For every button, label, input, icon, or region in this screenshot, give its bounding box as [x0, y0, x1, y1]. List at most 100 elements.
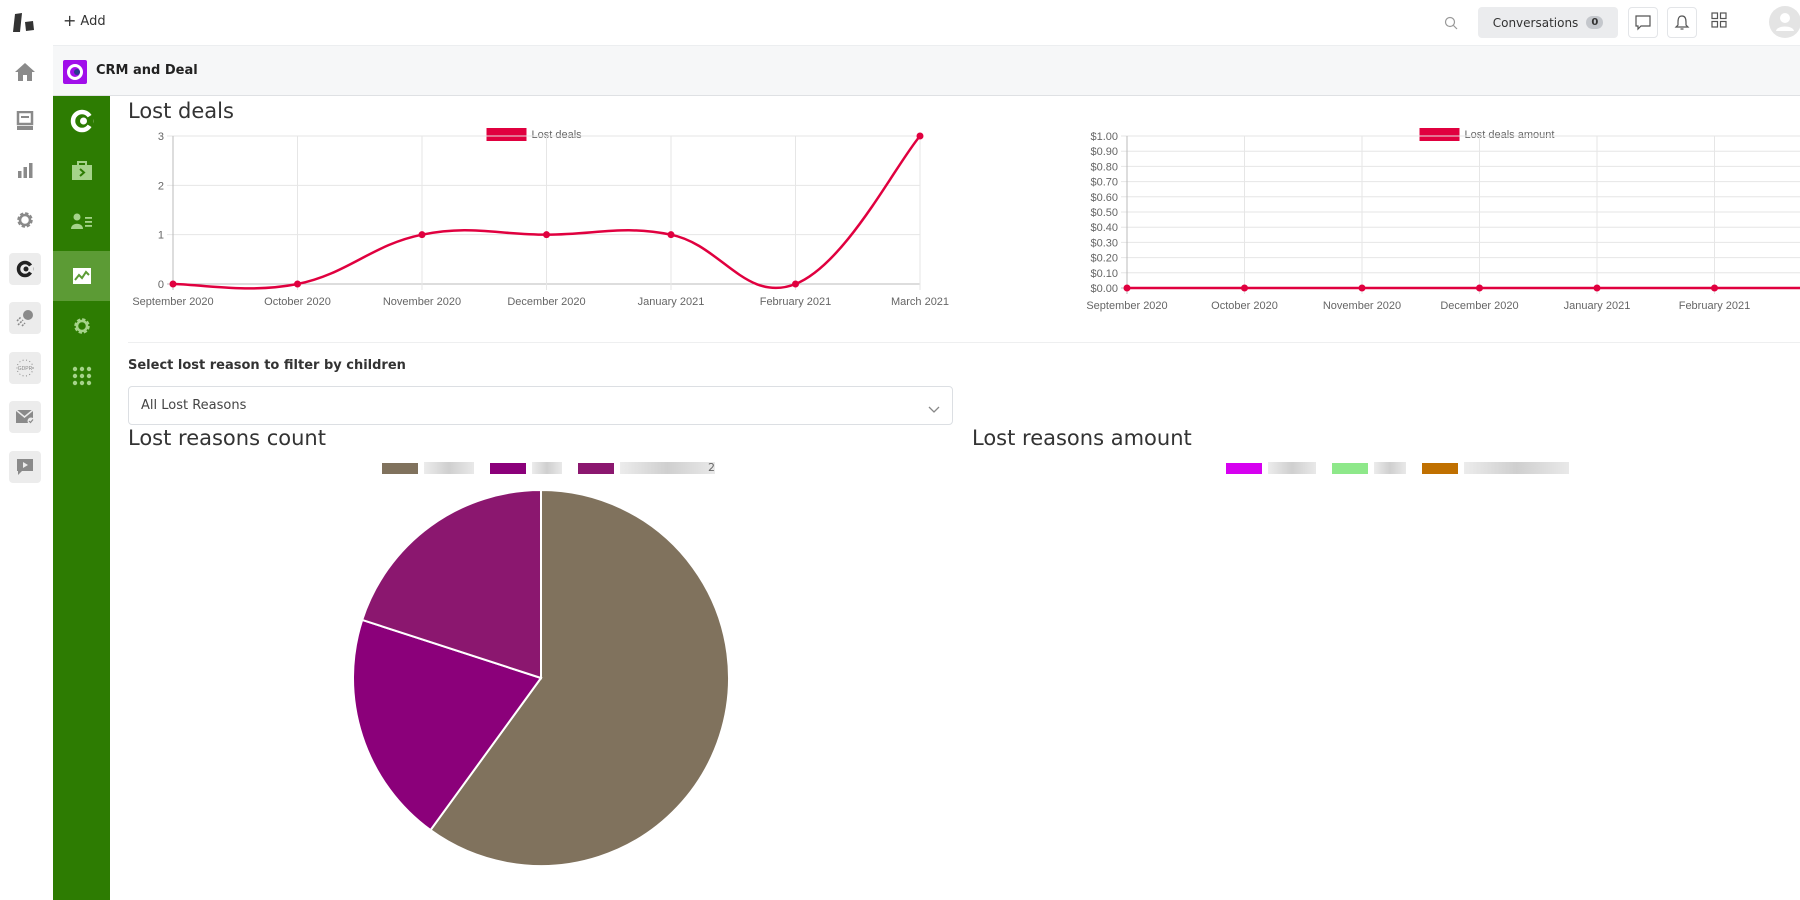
- y-tick-label: 3: [158, 131, 164, 143]
- y-tick-label: 1: [158, 230, 164, 242]
- y-tick-label: $0.10: [1090, 268, 1118, 280]
- y-tick-label: 0: [158, 279, 164, 291]
- legend-swatch: [382, 462, 418, 474]
- lost-reasons-count-legend: 2: [382, 461, 725, 475]
- sidebar-item-reports[interactable]: [53, 251, 110, 301]
- app-sidebar: [53, 96, 110, 900]
- x-tick-label: October 2020: [264, 296, 331, 308]
- marketing-icon[interactable]: [9, 302, 41, 334]
- y-tick-label: $0.40: [1090, 222, 1118, 234]
- data-point: [1476, 284, 1483, 292]
- legend-label[interactable]: [532, 462, 562, 474]
- x-tick-label: February 2021: [1679, 300, 1751, 312]
- lost-deals-amount-chart: Lost deals amount $0.00 $0.10 $0.20 $0.30 $0.…: [970, 124, 1800, 324]
- chat-button[interactable]: [1628, 7, 1658, 38]
- data-point: [1123, 284, 1131, 292]
- sidebar-item-home[interactable]: [53, 96, 110, 146]
- user-avatar[interactable]: [1769, 6, 1800, 38]
- data-point: [1593, 284, 1601, 292]
- legend-swatch: [1419, 128, 1460, 141]
- legend-label[interactable]: [1374, 462, 1406, 474]
- chat-icon: [1635, 14, 1651, 30]
- data-point: [543, 231, 550, 239]
- plus-icon: +: [63, 11, 77, 30]
- y-tick-label: $0.20: [1090, 253, 1118, 265]
- legend-swatch: [486, 128, 527, 141]
- legend-label[interactable]: [1268, 462, 1316, 474]
- main-content: Lost deals Lost deals 0 1 2 3 September 2020 O…: [110, 96, 1800, 900]
- x-tick-label: January 2021: [1564, 300, 1631, 312]
- sidebar-item-contacts[interactable]: [53, 196, 110, 246]
- top-bar: + Add Conversations 0: [53, 0, 1800, 46]
- data-point: [1241, 284, 1248, 292]
- lost-deals-title: Lost deals: [128, 99, 234, 123]
- bell-icon: [1674, 14, 1690, 30]
- app-rail: GDPR: [0, 0, 53, 900]
- settings-icon: [73, 318, 90, 334]
- x-tick-label: March 2021: [891, 296, 949, 308]
- legend-label[interactable]: [1464, 462, 1569, 474]
- legend-swatch: [490, 462, 526, 474]
- section-divider: [128, 342, 1800, 343]
- video-icon[interactable]: [9, 451, 41, 483]
- app-header: CRM and Deal: [53, 46, 1800, 96]
- apps-grid-icon: [72, 366, 91, 386]
- search-icon[interactable]: [1444, 15, 1458, 34]
- inbox-icon[interactable]: [9, 105, 41, 137]
- legend-label[interactable]: [424, 462, 474, 474]
- add-button[interactable]: + Add: [63, 13, 106, 29]
- legend-label[interactable]: 2: [620, 462, 715, 474]
- reports-icon[interactable]: [9, 154, 41, 186]
- user-icon: [1776, 13, 1794, 31]
- y-tick-label: $0.50: [1090, 207, 1118, 219]
- crm-logo-icon: [70, 109, 93, 133]
- conversations-button[interactable]: Conversations 0: [1478, 7, 1618, 38]
- x-tick-label: September 2020: [132, 296, 213, 308]
- data-point: [792, 280, 799, 288]
- x-tick-label: December 2020: [1440, 300, 1518, 312]
- svg-text:GDPR: GDPR: [18, 366, 33, 372]
- contacts-icon: [70, 213, 92, 229]
- chevron-down-icon: [928, 399, 940, 418]
- lost-reasons-count-title: Lost reasons count: [128, 426, 326, 450]
- lost-reasons-amount-title: Lost reasons amount: [972, 426, 1192, 450]
- y-tick-label: $0.00: [1090, 283, 1118, 295]
- x-tick-label: November 2020: [383, 296, 461, 308]
- add-label: Add: [80, 13, 106, 29]
- legend-swatch: [1332, 462, 1368, 474]
- settings-icon[interactable]: [9, 204, 41, 236]
- sidebar-item-settings[interactable]: [53, 301, 110, 351]
- lost-reason-select-value: All Lost Reasons: [141, 398, 247, 413]
- reports-chart-icon: [72, 268, 91, 284]
- y-tick-label: $1.00: [1090, 131, 1118, 143]
- data-point: [667, 231, 675, 239]
- conversations-label: Conversations: [1492, 15, 1579, 30]
- legend-label: Lost deals amount: [1465, 129, 1555, 141]
- legend-swatch: [578, 462, 614, 474]
- app-title: CRM and Deal: [96, 63, 198, 78]
- crm-app-icon[interactable]: [9, 253, 41, 285]
- home-icon[interactable]: [9, 56, 41, 88]
- legend-swatch: [1422, 462, 1458, 474]
- x-tick-label: December 2020: [507, 296, 585, 308]
- x-tick-label: February 2021: [760, 296, 832, 308]
- lost-reason-select[interactable]: All Lost Reasons: [128, 386, 953, 425]
- app-switcher-icon[interactable]: [1711, 12, 1727, 32]
- workspace-logo-icon[interactable]: [12, 12, 38, 34]
- lost-reasons-count-pie: [350, 481, 730, 871]
- y-tick-label: $0.60: [1090, 192, 1118, 204]
- y-tick-label: $0.70: [1090, 177, 1118, 189]
- legend-swatch: [1226, 462, 1262, 474]
- conversations-count-badge: 0: [1586, 16, 1604, 29]
- sidebar-item-apps[interactable]: [53, 351, 110, 401]
- sidebar-item-deals[interactable]: [53, 146, 110, 196]
- data-point: [418, 231, 426, 239]
- data-point: [294, 280, 301, 288]
- y-tick-label: $0.30: [1090, 237, 1118, 249]
- legend-label: Lost deals: [532, 129, 583, 141]
- gdpr-icon[interactable]: GDPR: [9, 352, 41, 384]
- notifications-button[interactable]: [1667, 7, 1697, 38]
- mail-icon[interactable]: [9, 401, 41, 433]
- deals-briefcase-icon: [71, 161, 92, 180]
- x-tick-label: November 2020: [1323, 300, 1401, 312]
